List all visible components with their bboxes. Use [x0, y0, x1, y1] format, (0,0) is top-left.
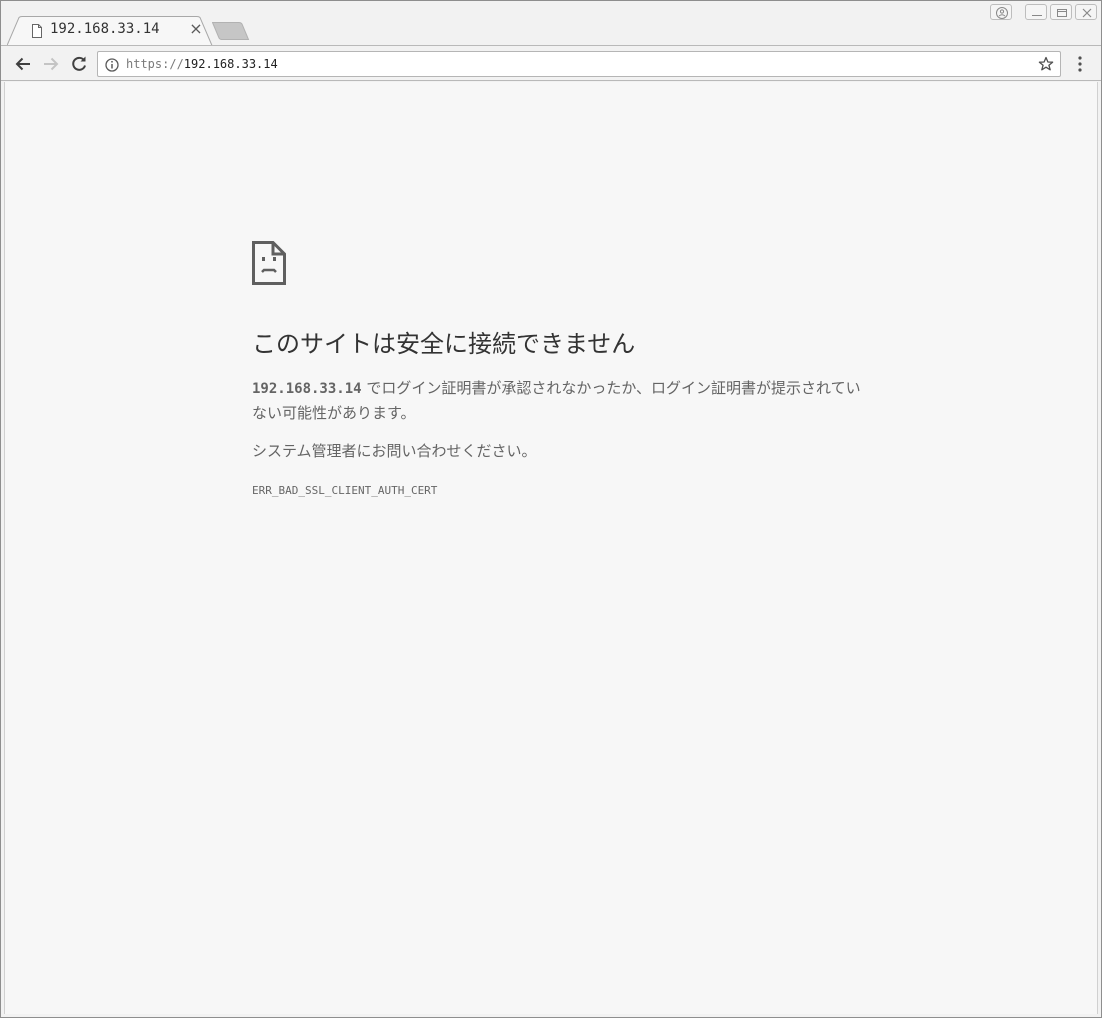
new-tab-button[interactable] — [211, 22, 250, 44]
tab-title: 192.168.33.14 — [50, 21, 160, 37]
error-host: 192.168.33.14 — [252, 381, 362, 397]
address-bar[interactable]: https://192.168.33.14 — [97, 51, 1061, 77]
profile-icon[interactable] — [990, 4, 1012, 20]
browser-window: 192.168.33.14 × https://192.168.33.14 この… — [0, 0, 1102, 1018]
error-heading: このサイトは安全に接続できません — [252, 330, 636, 358]
active-tab[interactable]: 192.168.33.14 × — [7, 16, 213, 46]
vertical-dots-menu-icon[interactable] — [1071, 53, 1089, 75]
page-content: このサイトは安全に接続できません 192.168.33.14 でログイン証明書が… — [4, 82, 1098, 1014]
forward-arrow-icon[interactable] — [40, 53, 62, 75]
info-icon[interactable] — [105, 57, 119, 72]
tab-close-icon[interactable]: × — [188, 21, 204, 37]
url-text[interactable]: https://192.168.33.14 — [126, 56, 278, 72]
error-description: 192.168.33.14 でログイン証明書が承認されなかったか、ログイン証明書… — [252, 376, 862, 425]
tab-strip: 192.168.33.14 × — [1, 1, 1101, 46]
admin-note: システム管理者にお問い合わせください。 — [252, 442, 537, 460]
error-description-line1: でログイン証明書が承認されなかったか、ログイン証明書が提示されてい — [361, 379, 861, 397]
minimize-icon[interactable] — [1025, 4, 1047, 20]
url-host: 192.168.33.14 — [183, 57, 278, 71]
url-scheme: https:// — [126, 57, 184, 71]
document-icon — [31, 23, 43, 38]
maximize-icon[interactable] — [1050, 4, 1072, 20]
error-code[interactable]: ERR_BAD_SSL_CLIENT_AUTH_CERT — [252, 484, 437, 497]
reload-icon[interactable] — [68, 53, 90, 75]
bookmark-star-icon[interactable] — [1038, 56, 1054, 72]
error-description-line2: ない可能性があります。 — [252, 404, 416, 422]
sad-document-icon — [252, 241, 286, 289]
toolbar: https://192.168.33.14 — [1, 45, 1101, 81]
close-window-icon[interactable] — [1075, 4, 1097, 20]
back-arrow-icon[interactable] — [12, 53, 34, 75]
